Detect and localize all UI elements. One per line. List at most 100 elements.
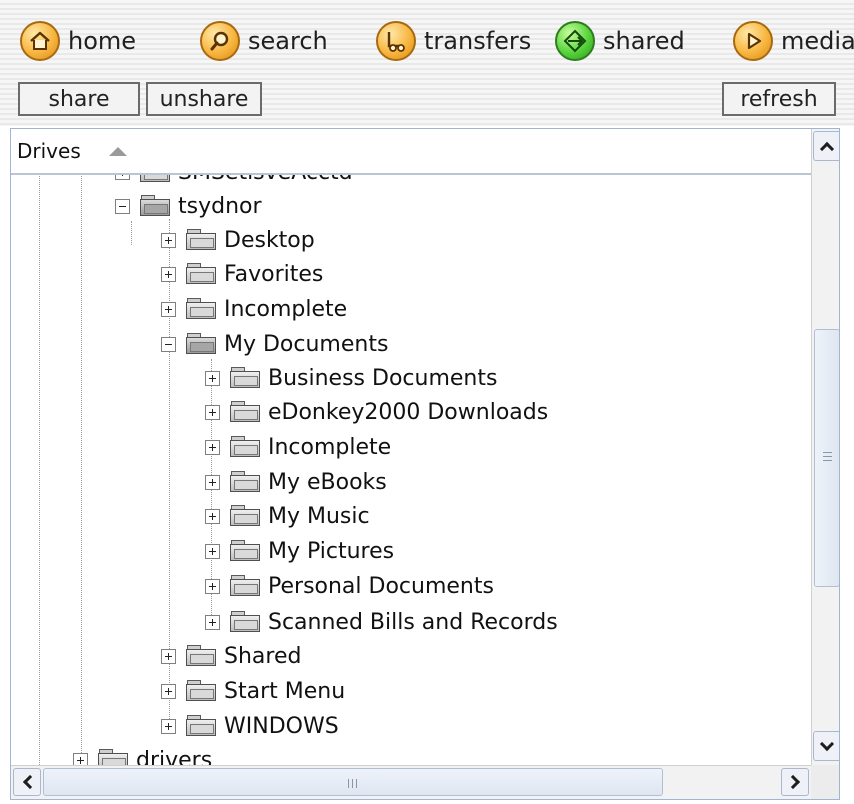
expand-icon[interactable]: [161, 232, 176, 248]
scroll-left-button[interactable]: [13, 768, 41, 796]
tree-row-label: eDonkey2000 Downloads: [268, 399, 549, 425]
tree-row[interactable]: SMSetisveAcctd: [115, 173, 353, 187]
nav-transfers-label: transfers: [424, 27, 532, 55]
tree-row[interactable]: Incomplete: [161, 294, 347, 324]
tree-row-label: Desktop: [224, 227, 315, 253]
folder-icon: [230, 575, 262, 597]
folder-icon: [186, 263, 218, 285]
folder-icon: [186, 645, 218, 667]
tree-row[interactable]: Start Menu: [161, 676, 345, 706]
folder-icon: [98, 749, 130, 765]
unshare-button[interactable]: unshare: [146, 82, 262, 116]
chevron-right-icon: [785, 774, 800, 790]
collapse-icon[interactable]: [115, 198, 130, 214]
tree-row[interactable]: My Pictures: [205, 536, 394, 566]
drive-open-icon: [140, 195, 172, 217]
top-navigation-bar: home search transfers shared media: [0, 0, 854, 80]
scroll-right-button[interactable]: [781, 768, 809, 796]
drives-column-header[interactable]: Drives: [11, 129, 811, 175]
nav-search-label: search: [248, 27, 328, 55]
tree-row-label: Incomplete: [224, 296, 348, 322]
tree-row[interactable]: WINDOWS: [161, 711, 339, 741]
tree-row-label: tsydnor: [178, 193, 262, 219]
nav-media[interactable]: media: [733, 20, 854, 62]
folder-icon: [230, 471, 262, 493]
expand-icon[interactable]: [205, 370, 220, 386]
expand-icon[interactable]: [73, 752, 88, 765]
vertical-scrollbar[interactable]: [811, 129, 839, 765]
expand-icon[interactable]: [205, 404, 220, 420]
tree-row[interactable]: Scanned Bills and Records: [205, 607, 558, 637]
tree-row-label: My Pictures: [268, 538, 395, 564]
refresh-button[interactable]: refresh: [722, 82, 836, 116]
tree-row[interactable]: Business Documents: [205, 363, 497, 393]
vertical-scroll-thumb[interactable]: [814, 329, 839, 587]
tree-row-label: My eBooks: [268, 469, 387, 495]
tree-row[interactable]: Desktop: [161, 225, 315, 255]
scroll-down-button[interactable]: [813, 731, 839, 761]
tree-row-label: WINDOWS: [224, 713, 339, 739]
tree-row[interactable]: Shared: [161, 641, 301, 671]
tree-row[interactable]: eDonkey2000 Downloads: [205, 397, 548, 427]
tree-row[interactable]: Incomplete: [205, 432, 391, 462]
expand-icon[interactable]: [205, 474, 220, 490]
folder-icon: [186, 715, 218, 737]
expand-icon[interactable]: [161, 301, 176, 317]
folder-icon: [230, 505, 262, 527]
scroll-up-button[interactable]: [813, 131, 839, 161]
tree-row-label: Scanned Bills and Records: [268, 609, 558, 635]
tree-row-label: My Documents: [224, 331, 389, 357]
expand-icon[interactable]: [161, 266, 176, 282]
folder-icon: [230, 611, 262, 633]
tree-row[interactable]: Personal Documents: [205, 571, 494, 601]
home-icon: [20, 21, 60, 61]
horizontal-scroll-thumb[interactable]: [43, 768, 663, 796]
folder-icon: [230, 540, 262, 562]
folder-open-icon: [186, 333, 218, 355]
media-icon: [733, 21, 773, 61]
tree-row[interactable]: My Music: [205, 501, 370, 531]
tree-connector-line: [39, 173, 40, 765]
nav-shared[interactable]: shared: [555, 20, 685, 62]
expand-icon[interactable]: [205, 614, 220, 630]
expand-icon[interactable]: [161, 718, 176, 734]
expand-icon[interactable]: [205, 543, 220, 559]
nav-home[interactable]: home: [20, 20, 136, 62]
expand-icon[interactable]: [205, 578, 220, 594]
drives-tree-panel: Drives SMSetisveAcctd tsydnor Desktop: [10, 128, 840, 800]
nav-media-label: media: [781, 27, 854, 55]
search-icon: [200, 21, 240, 61]
shared-icon: [555, 21, 595, 61]
tree-row[interactable]: My eBooks: [205, 467, 387, 497]
expand-icon[interactable]: [161, 683, 176, 699]
nav-search[interactable]: search: [200, 20, 328, 62]
tree-row-label: Favorites: [224, 261, 324, 287]
tree-row[interactable]: tsydnor: [115, 191, 262, 221]
tree-row[interactable]: My Documents: [161, 329, 388, 359]
expand-icon[interactable]: [205, 439, 220, 455]
transfers-icon: [376, 21, 416, 61]
toolbar: share unshare refresh: [0, 80, 854, 126]
folder-icon: [186, 229, 218, 251]
tree-row-label: Personal Documents: [268, 573, 494, 599]
nav-transfers[interactable]: transfers: [376, 20, 531, 62]
nav-home-label: home: [68, 27, 137, 55]
drives-header-label: Drives: [17, 139, 81, 163]
tree-row[interactable]: drivers: [73, 745, 212, 765]
horizontal-scrollbar[interactable]: [11, 765, 811, 799]
folder-icon: [186, 298, 218, 320]
scrollbar-corner: [811, 765, 839, 799]
expand-icon[interactable]: [205, 508, 220, 524]
share-button[interactable]: share: [18, 82, 140, 116]
tree-connector-line: [131, 221, 132, 245]
tree-row-label: Start Menu: [224, 678, 346, 704]
folder-icon: [230, 436, 262, 458]
chevron-left-icon: [22, 774, 37, 790]
expand-icon[interactable]: [161, 648, 176, 664]
sort-ascending-icon: [108, 146, 127, 156]
tree-row-label: drivers: [136, 747, 213, 766]
tree-row-label: Shared: [224, 643, 302, 669]
tree-row[interactable]: Favorites: [161, 259, 323, 289]
nav-shared-label: shared: [603, 27, 685, 55]
collapse-icon[interactable]: [161, 336, 176, 352]
